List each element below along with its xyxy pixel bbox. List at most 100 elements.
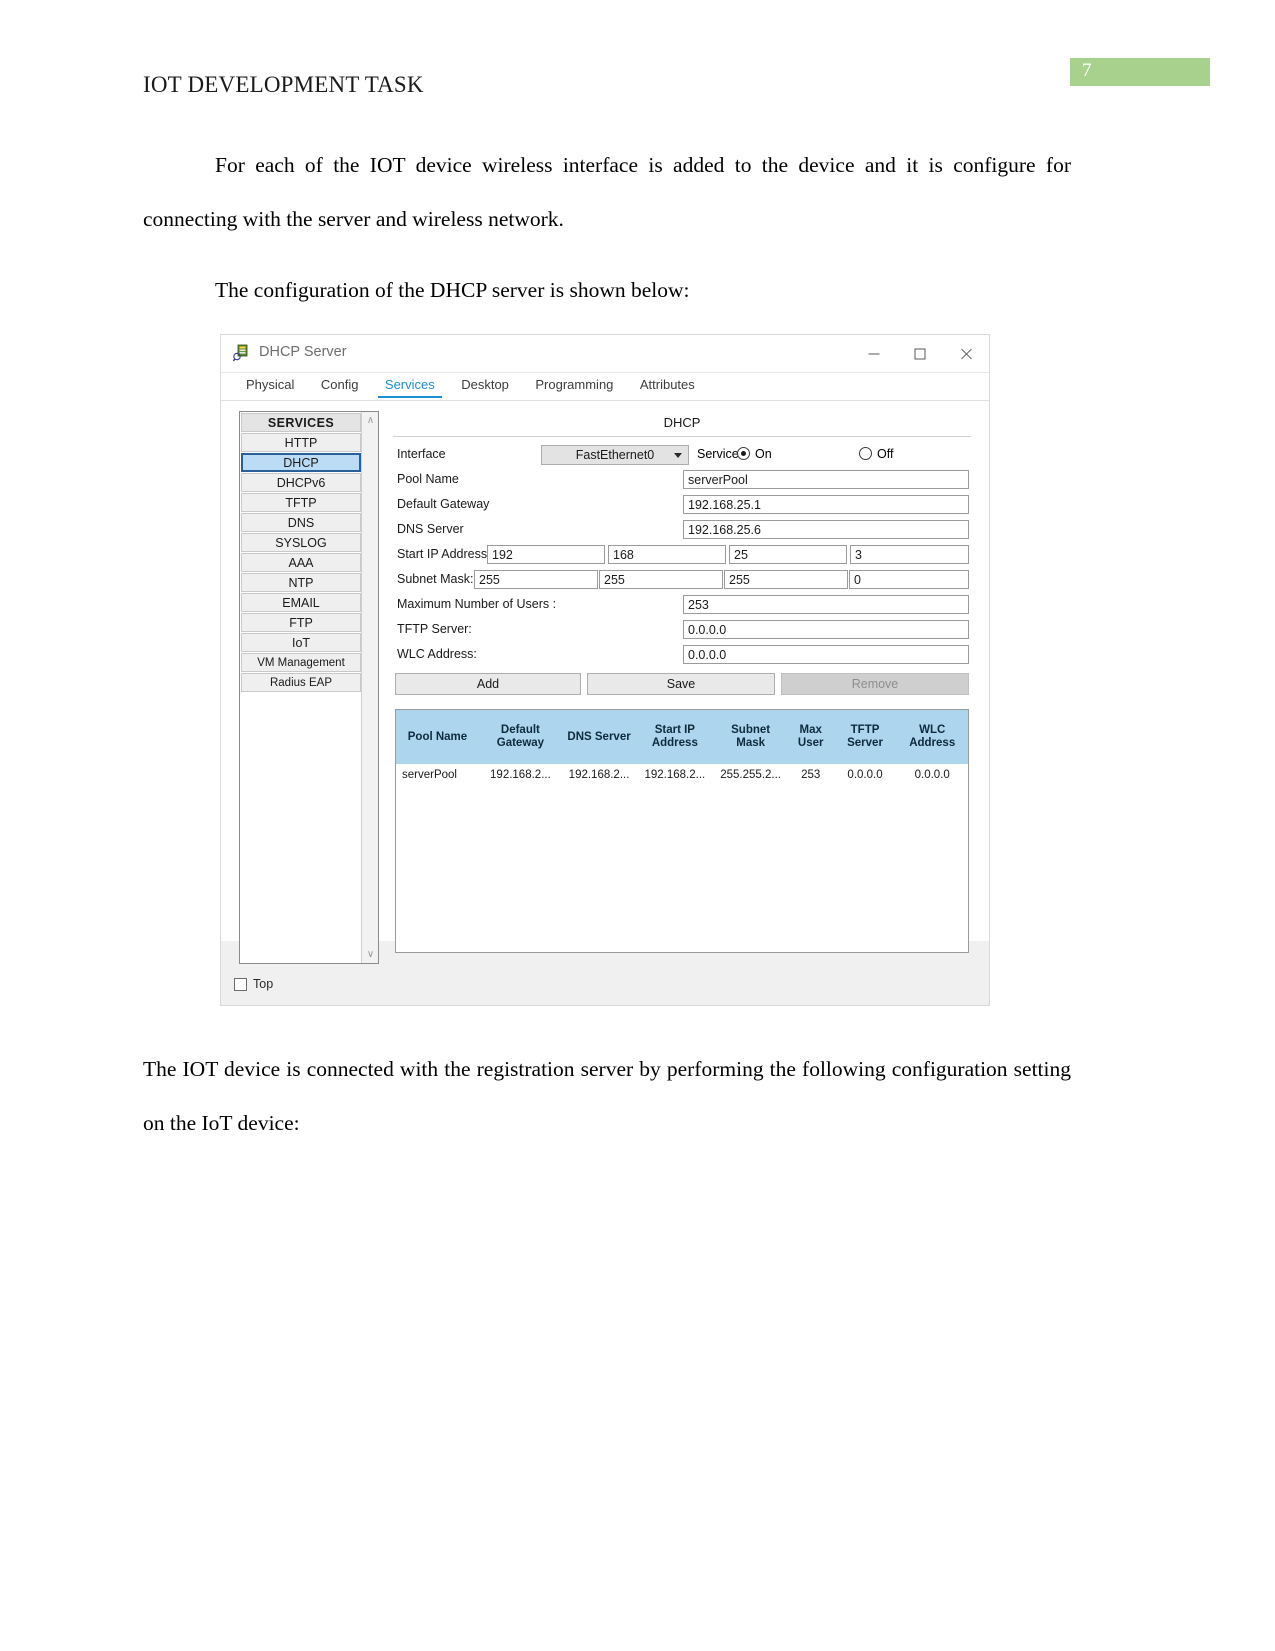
- service-on-label: On: [755, 447, 772, 461]
- cell-start-ip-address: 192.168.2...: [644, 769, 706, 781]
- service-on-radio[interactable]: [737, 447, 750, 460]
- save-button[interactable]: Save: [587, 673, 775, 695]
- dhcp-pool-table: Pool Name Default Gateway DNS Server Sta…: [395, 709, 969, 953]
- default-gateway-input[interactable]: 192.168.25.1: [683, 495, 969, 514]
- row-dns-server: DNS Server 192.168.25.6: [393, 518, 971, 543]
- sidebar-item-radius-eap[interactable]: Radius EAP: [241, 673, 361, 692]
- sidebar-scrollbar[interactable]: ∧ ∨: [361, 412, 378, 963]
- dhcp-panel: DHCP Interface FastEthernet0 Service On …: [393, 411, 971, 964]
- dns-server-label: DNS Server: [397, 522, 464, 536]
- sidebar-item-http[interactable]: HTTP: [241, 433, 361, 452]
- sidebar-item-ftp[interactable]: FTP: [241, 613, 361, 632]
- column-header-tftp-server: TFTP Server: [847, 724, 883, 749]
- page-number-badge: 7: [1070, 58, 1210, 86]
- remove-button[interactable]: Remove: [781, 673, 969, 695]
- sidebar-item-ntp[interactable]: NTP: [241, 573, 361, 592]
- sidebar-item-syslog[interactable]: SYSLOG: [241, 533, 361, 552]
- service-off-radio[interactable]: [859, 447, 872, 460]
- page-number-text: 7: [1082, 60, 1092, 81]
- max-users-input[interactable]: 253: [683, 595, 969, 614]
- window-tabbar: Physical Config Services Desktop Program…: [221, 373, 989, 401]
- window-content: SERVICES HTTP DHCP DHCPv6 TFTP DNS SYSLO…: [221, 400, 989, 964]
- subnet-mask-octet-4[interactable]: 0: [849, 570, 969, 589]
- dns-server-input[interactable]: 192.168.25.6: [683, 520, 969, 539]
- paragraph-intro: For each of the IOT device wireless inte…: [143, 153, 1071, 231]
- chevron-down-icon: [674, 453, 682, 458]
- tab-config[interactable]: Config: [310, 373, 370, 398]
- start-ip-octet-1[interactable]: 192: [487, 545, 605, 564]
- tftp-server-input[interactable]: 0.0.0.0: [683, 620, 969, 639]
- column-header-subnet-mask: Subnet Mask: [731, 724, 771, 749]
- minimize-icon[interactable]: [851, 335, 897, 372]
- row-tftp-server: TFTP Server: 0.0.0.0: [393, 618, 971, 643]
- maximize-icon[interactable]: [897, 335, 943, 372]
- cell-pool-name: serverPool: [402, 769, 457, 781]
- row-interface: Interface FastEthernet0 Service On Off: [393, 443, 971, 468]
- subnet-mask-octet-2[interactable]: 255: [599, 570, 723, 589]
- sidebar-item-dhcp[interactable]: DHCP: [241, 453, 361, 472]
- sidebar-item-iot[interactable]: IoT: [241, 633, 361, 652]
- sidebar-item-dns[interactable]: DNS: [241, 513, 361, 532]
- start-ip-octet-3[interactable]: 25: [729, 545, 847, 564]
- window-title: DHCP Server: [259, 344, 347, 360]
- start-ip-octet-2[interactable]: 168: [608, 545, 726, 564]
- pool-actions: Add Save Remove: [393, 673, 971, 699]
- row-wlc-address: WLC Address: 0.0.0.0: [393, 643, 971, 668]
- max-users-label: Maximum Number of Users :: [397, 597, 557, 611]
- cell-wlc-address: 0.0.0.0: [914, 769, 950, 781]
- tab-desktop[interactable]: Desktop: [450, 373, 520, 398]
- service-off-label: Off: [877, 447, 894, 461]
- cell-tftp-server: 0.0.0.0: [847, 769, 883, 781]
- tab-physical[interactable]: Physical: [235, 373, 305, 398]
- sidebar-item-dhcpv6[interactable]: DHCPv6: [241, 473, 361, 492]
- dhcp-server-window: DHCP Server Physical Config Services Des…: [220, 334, 990, 1006]
- row-start-ip: Start IP Address : 192 168 25 3: [393, 543, 971, 568]
- subnet-mask-octet-3[interactable]: 255: [724, 570, 848, 589]
- row-max-users: Maximum Number of Users : 253: [393, 593, 971, 618]
- subnet-mask-octet-1[interactable]: 255: [474, 570, 598, 589]
- column-header-max-user: Max User: [797, 724, 824, 749]
- row-subnet-mask: Subnet Mask: 255 255 255 0: [393, 568, 971, 593]
- interface-value: FastEthernet0: [575, 448, 655, 462]
- pool-name-label: Pool Name: [397, 472, 459, 486]
- wlc-address-input[interactable]: 0.0.0.0: [683, 645, 969, 664]
- services-list-header: SERVICES: [241, 413, 361, 432]
- close-icon[interactable]: [943, 335, 989, 372]
- default-gateway-label: Default Gateway: [397, 497, 490, 511]
- interface-label: Interface: [397, 447, 446, 461]
- tab-services[interactable]: Services: [374, 373, 446, 398]
- tab-programming[interactable]: Programming: [524, 373, 624, 398]
- tab-attributes[interactable]: Attributes: [629, 373, 706, 398]
- column-header-wlc-address: WLC Address: [909, 724, 956, 749]
- start-ip-octet-4[interactable]: 3: [850, 545, 969, 564]
- add-button[interactable]: Add: [395, 673, 581, 695]
- row-default-gateway: Default Gateway 192.168.25.1: [393, 493, 971, 518]
- column-header-default-gateway: Default Gateway: [496, 724, 545, 749]
- cell-subnet-mask: 255.255.2...: [720, 769, 781, 781]
- document-header: IOT DEVELOPMENT TASK 7: [0, 58, 1275, 108]
- sidebar-item-aaa[interactable]: AAA: [241, 553, 361, 572]
- services-sidebar: SERVICES HTTP DHCP DHCPv6 TFTP DNS SYSLO…: [239, 411, 379, 964]
- interface-dropdown[interactable]: FastEthernet0: [541, 445, 689, 465]
- top-checkbox-label: Top: [253, 977, 274, 991]
- top-checkbox[interactable]: [234, 978, 247, 991]
- chevron-down-icon[interactable]: ∨: [362, 946, 379, 963]
- services-list: SERVICES HTTP DHCP DHCPv6 TFTP DNS SYSLO…: [240, 412, 362, 963]
- chevron-up-icon[interactable]: ∧: [362, 412, 379, 429]
- paragraph-registration: The IOT device is connected with the reg…: [143, 1057, 1071, 1135]
- paragraph-dhcp-caption: The configuration of the DHCP server is …: [215, 278, 690, 302]
- sidebar-item-tftp[interactable]: TFTP: [241, 493, 361, 512]
- packet-tracer-server-icon: [233, 344, 248, 362]
- subnet-mask-label: Subnet Mask:: [397, 572, 474, 586]
- wlc-address-label: WLC Address:: [397, 647, 477, 661]
- column-header-pool-name: Pool Name: [407, 730, 468, 743]
- table-row[interactable]: serverPool 192.168.2... 192.168.2... 192…: [396, 764, 968, 786]
- sidebar-item-vm-management[interactable]: VM Management: [241, 653, 361, 672]
- pool-name-input[interactable]: serverPool: [683, 470, 969, 489]
- cell-dns-server: 192.168.2...: [568, 769, 630, 781]
- sidebar-item-email[interactable]: EMAIL: [241, 593, 361, 612]
- service-label: Service: [697, 447, 739, 461]
- column-header-dns-server: DNS Server: [567, 730, 631, 743]
- cell-default-gateway: 192.168.2...: [490, 769, 551, 781]
- row-pool-name: Pool Name serverPool: [393, 468, 971, 493]
